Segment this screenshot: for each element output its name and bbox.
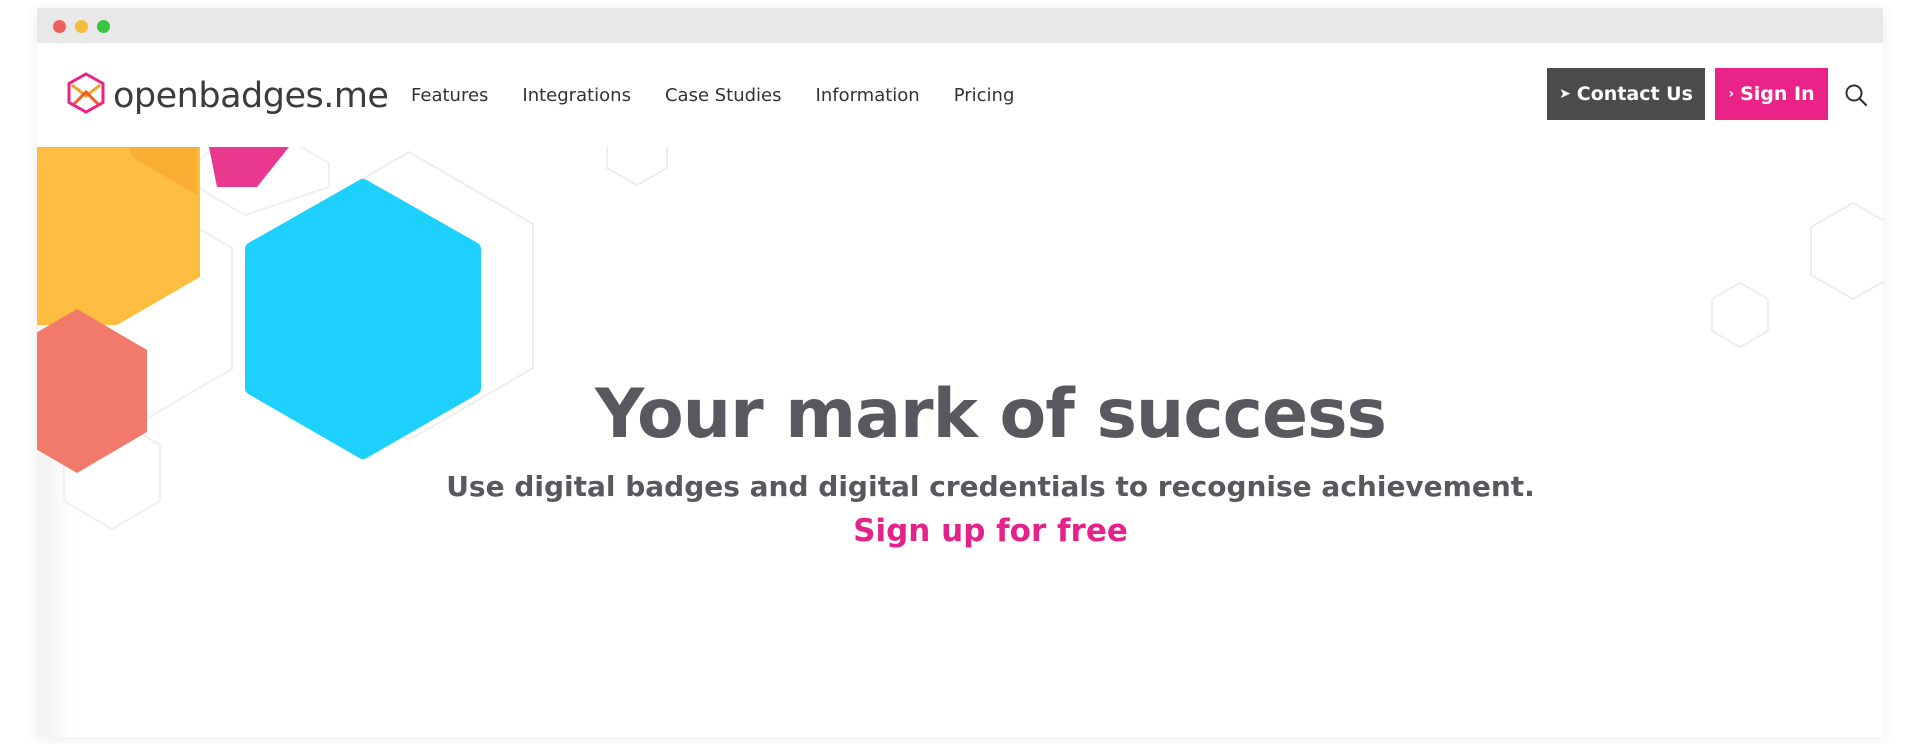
nav-case-studies[interactable]: Case Studies [665, 85, 782, 106]
paper-plane-icon: ➤ [1559, 86, 1571, 102]
nav-features[interactable]: Features [411, 85, 488, 106]
nav-information[interactable]: Information [816, 85, 920, 106]
hero-headline: Your mark of success [594, 375, 1387, 454]
site-logo[interactable]: openbadges.me [66, 72, 389, 119]
openbadges-logo-icon [66, 72, 106, 119]
maximize-window-button[interactable] [97, 20, 110, 33]
hero-subheadline: Use digital badges and digital credentia… [446, 470, 1535, 503]
close-window-button[interactable] [53, 20, 66, 33]
nav-pricing[interactable]: Pricing [954, 85, 1015, 106]
hero-section: Your mark of success Use digital badges … [37, 147, 1883, 737]
search-icon[interactable] [1843, 82, 1869, 108]
chevron-right-icon: › [1728, 86, 1735, 102]
site-header: openbadges.me Features Integrations Case… [37, 43, 1883, 147]
logo-text: openbadges.me [113, 75, 389, 116]
sign-up-link[interactable]: Sign up for free [37, 513, 1883, 549]
nav-integrations[interactable]: Integrations [522, 85, 631, 106]
sign-in-button[interactable]: › Sign In [1715, 68, 1828, 120]
browser-window: openbadges.me Features Integrations Case… [37, 8, 1883, 737]
contact-us-label: Contact Us [1576, 83, 1693, 105]
outline-hexagon [1711, 281, 1769, 349]
contact-us-button[interactable]: ➤ Contact Us [1547, 68, 1705, 120]
window-titlebar [37, 8, 1883, 43]
outline-hexagon [1810, 201, 1883, 301]
sign-in-label: Sign In [1740, 83, 1815, 105]
outline-hexagon [606, 147, 668, 187]
minimize-window-button[interactable] [75, 20, 88, 33]
main-nav: Features Integrations Case Studies Infor… [411, 43, 1048, 147]
magenta-hexagon [209, 147, 289, 187]
